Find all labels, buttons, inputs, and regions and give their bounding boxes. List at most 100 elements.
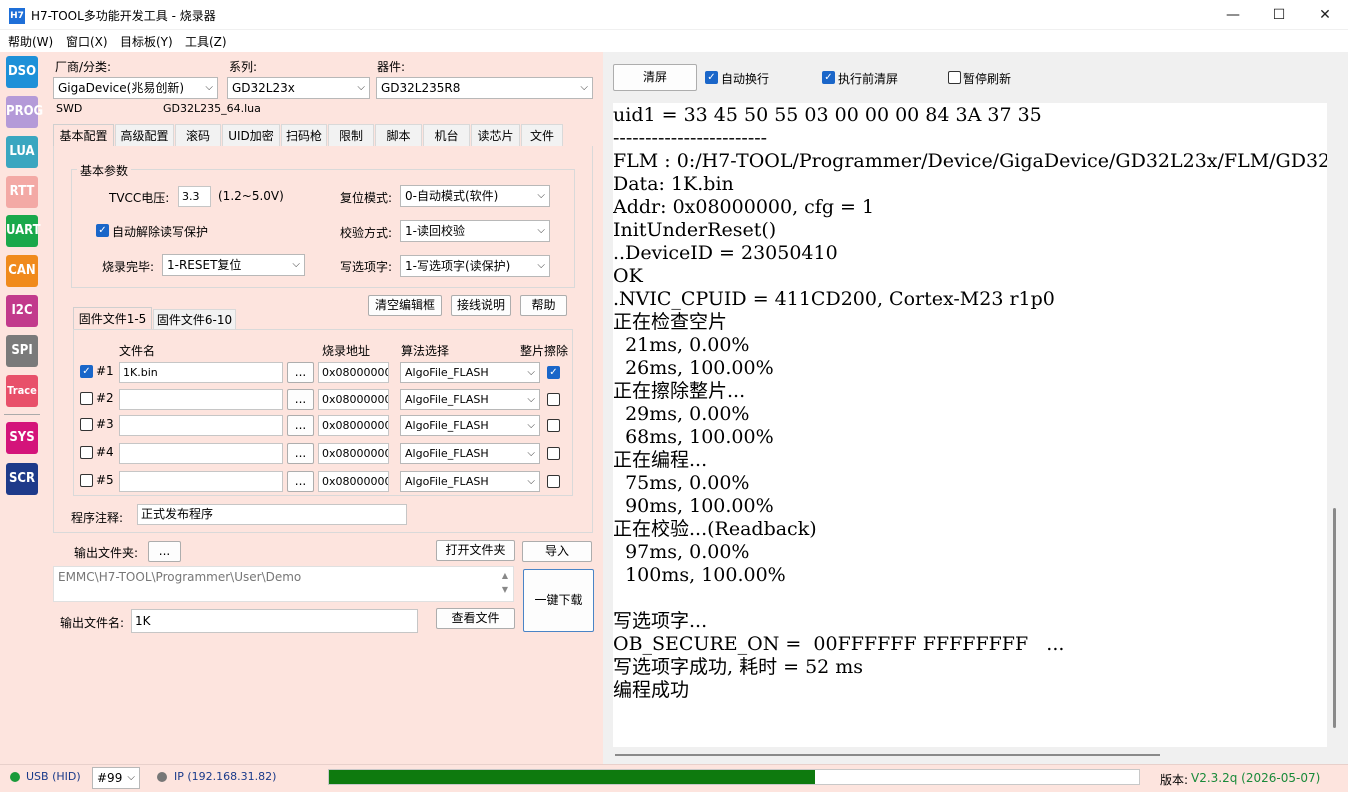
firmware-algo-select[interactable]: AlgoFile_FLASH ⌵ (400, 362, 540, 383)
chevron-down-icon: ⌵ (537, 260, 545, 271)
output-folder-label: 输出文件夹: (74, 546, 139, 560)
firmware-addr-input[interactable]: 0x08000000 (318, 362, 389, 383)
sidebar-uart-button[interactable]: UART (6, 215, 41, 247)
device-number-select[interactable]: #99 ⌵ (92, 767, 140, 789)
series-select[interactable]: GD32L23x ⌵ (227, 77, 370, 99)
one-click-download-button[interactable]: 一键下载 (523, 569, 594, 632)
sidebar-scr-button[interactable]: SCR (6, 463, 38, 495)
firmware-browse-button[interactable]: ... (287, 362, 314, 383)
open-folder-button[interactable]: 打开文件夹 (436, 540, 515, 561)
firmware-file-input[interactable]: 1K.bin (119, 362, 283, 383)
sidebar-spi-button[interactable]: SPI (6, 335, 38, 367)
firmware-row-index: #1 (96, 364, 114, 378)
pause-refresh-checkbox[interactable] (948, 71, 961, 84)
tab-6[interactable]: 脚本 (375, 124, 422, 146)
reset-select[interactable]: 0-自动模式(软件) ⌵ (400, 185, 550, 207)
maximize-button[interactable]: ☐ (1256, 0, 1302, 30)
vendor-select[interactable]: GigaDevice(兆易创新) ⌵ (53, 77, 218, 99)
firmware-row-checkbox[interactable]: ✓ (80, 365, 93, 378)
wiring-button[interactable]: 接线说明 (451, 295, 511, 316)
firmware-algo-select[interactable]: AlgoFile_FLASH ⌵ (400, 389, 540, 410)
sidebar-trace-button[interactable]: Trace (6, 375, 38, 407)
firmware-row-checkbox[interactable] (80, 418, 93, 431)
sidebar-prog-button[interactable]: PROG (6, 96, 43, 128)
firmware-browse-button[interactable]: ... (287, 443, 314, 464)
auto-unlock-checkbox[interactable]: ✓ (96, 224, 109, 237)
clear-before-checkbox[interactable]: ✓ (822, 71, 835, 84)
tab-1[interactable]: 高级配置 (115, 124, 174, 146)
firmware-browse-button[interactable]: ... (287, 389, 314, 410)
firmware-addr-input[interactable]: 0x08000000 (318, 415, 389, 436)
firmware-addr-input[interactable]: 0x08000000 (318, 443, 389, 464)
option-select[interactable]: 1-写选项字(读保护) ⌵ (400, 255, 550, 277)
comment-input[interactable]: 正式发布程序 (137, 504, 407, 525)
firmware-browse-button[interactable]: ... (287, 471, 314, 492)
auto-unlock-label: 自动解除读写保护 (112, 225, 209, 239)
firmware-erase-checkbox[interactable] (547, 475, 560, 488)
tab-4[interactable]: 扫码枪 (281, 124, 327, 146)
tab-3[interactable]: UID加密 (222, 124, 280, 146)
menu-target[interactable]: 目标板(Y) (120, 33, 173, 50)
tab-7[interactable]: 机台 (423, 124, 470, 146)
tab-2[interactable]: 滚码 (175, 124, 221, 146)
menu-window[interactable]: 窗口(X) (66, 33, 108, 50)
tab-firmware-6-10[interactable]: 固件文件6-10 (153, 309, 236, 329)
chevron-down-icon: ⌵ (537, 225, 545, 236)
help-button[interactable]: 帮助 (520, 295, 567, 316)
verify-select[interactable]: 1-读回校验 ⌵ (400, 220, 550, 242)
firmware-algo-select[interactable]: AlgoFile_FLASH ⌵ (400, 471, 540, 492)
firmware-algo-select[interactable]: AlgoFile_FLASH ⌵ (400, 415, 540, 436)
log-output[interactable]: uid1 = 33 45 50 55 03 00 00 00 84 3A 37 … (613, 103, 1327, 747)
firmware-row-checkbox[interactable] (80, 392, 93, 405)
firmware-row-index: #3 (96, 417, 114, 431)
basic-params-title: 基本参数 (77, 162, 132, 179)
clear-editor-button[interactable]: 清空编辑框 (368, 295, 442, 316)
tab-8[interactable]: 读芯片 (471, 124, 520, 146)
output-name-input[interactable]: 1K (131, 609, 418, 633)
sidebar-can-button[interactable]: CAN (6, 255, 38, 287)
auto-wrap-checkbox[interactable]: ✓ (705, 71, 718, 84)
firmware-file-input[interactable] (119, 471, 283, 492)
tab-firmware-1-5[interactable]: 固件文件1-5 (73, 307, 152, 329)
menu-help[interactable]: 帮助(W) (8, 33, 53, 50)
firmware-row-checkbox[interactable] (80, 474, 93, 487)
firmware-addr-input[interactable]: 0x08000000 (318, 471, 389, 492)
tvcc-input[interactable]: 3.3 (178, 186, 211, 207)
minimize-button[interactable]: — (1210, 0, 1256, 30)
log-line: 26ms, 100.00% (613, 357, 774, 379)
clear-screen-button[interactable]: 清屏 (613, 64, 697, 91)
path-scrollbar[interactable]: ▲ ▼ (499, 569, 511, 599)
firmware-erase-checkbox[interactable]: ✓ (547, 366, 560, 379)
tab-9[interactable]: 文件 (521, 124, 563, 146)
output-path-box[interactable]: EMMC\H7-TOOL\Programmer\User\Demo ▲ ▼ (53, 566, 514, 602)
firmware-erase-checkbox[interactable] (547, 447, 560, 460)
firmware-erase-checkbox[interactable] (547, 393, 560, 406)
firmware-algo-select[interactable]: AlgoFile_FLASH ⌵ (400, 443, 540, 464)
tab-5[interactable]: 限制 (328, 124, 374, 146)
close-button[interactable]: ✕ (1302, 0, 1348, 30)
header-algo: 算法选择 (401, 344, 450, 358)
sidebar-rtt-button[interactable]: RTT (6, 176, 38, 208)
firmware-file-input[interactable] (119, 443, 283, 464)
import-button[interactable]: 导入 (522, 541, 592, 562)
done-select[interactable]: 1-RESET复位 ⌵ (162, 254, 305, 276)
log-vertical-scrollbar[interactable] (1333, 508, 1336, 728)
firmware-browse-button[interactable]: ... (287, 415, 314, 436)
comment-label: 程序注释: (71, 511, 124, 525)
chevron-down-icon: ⌵ (205, 82, 213, 93)
part-select[interactable]: GD32L235R8 ⌵ (376, 77, 593, 99)
firmware-file-input[interactable] (119, 389, 283, 410)
firmware-row-checkbox[interactable] (80, 446, 93, 459)
sidebar-i2c-button[interactable]: I2C (6, 295, 38, 327)
menu-tools[interactable]: 工具(Z) (185, 33, 227, 50)
firmware-file-input[interactable] (119, 415, 283, 436)
firmware-addr-input[interactable]: 0x08000000 (318, 389, 389, 410)
firmware-erase-checkbox[interactable] (547, 419, 560, 432)
sidebar-dso-button[interactable]: DSO (6, 56, 38, 88)
tab-0[interactable]: 基本配置 (53, 124, 114, 146)
view-file-button[interactable]: 查看文件 (436, 608, 515, 629)
output-folder-browse-button[interactable]: ... (148, 541, 181, 562)
sidebar-sys-button[interactable]: SYS (6, 422, 38, 454)
sidebar-lua-button[interactable]: LUA (6, 136, 38, 168)
log-horizontal-scrollbar[interactable] (615, 754, 1160, 756)
